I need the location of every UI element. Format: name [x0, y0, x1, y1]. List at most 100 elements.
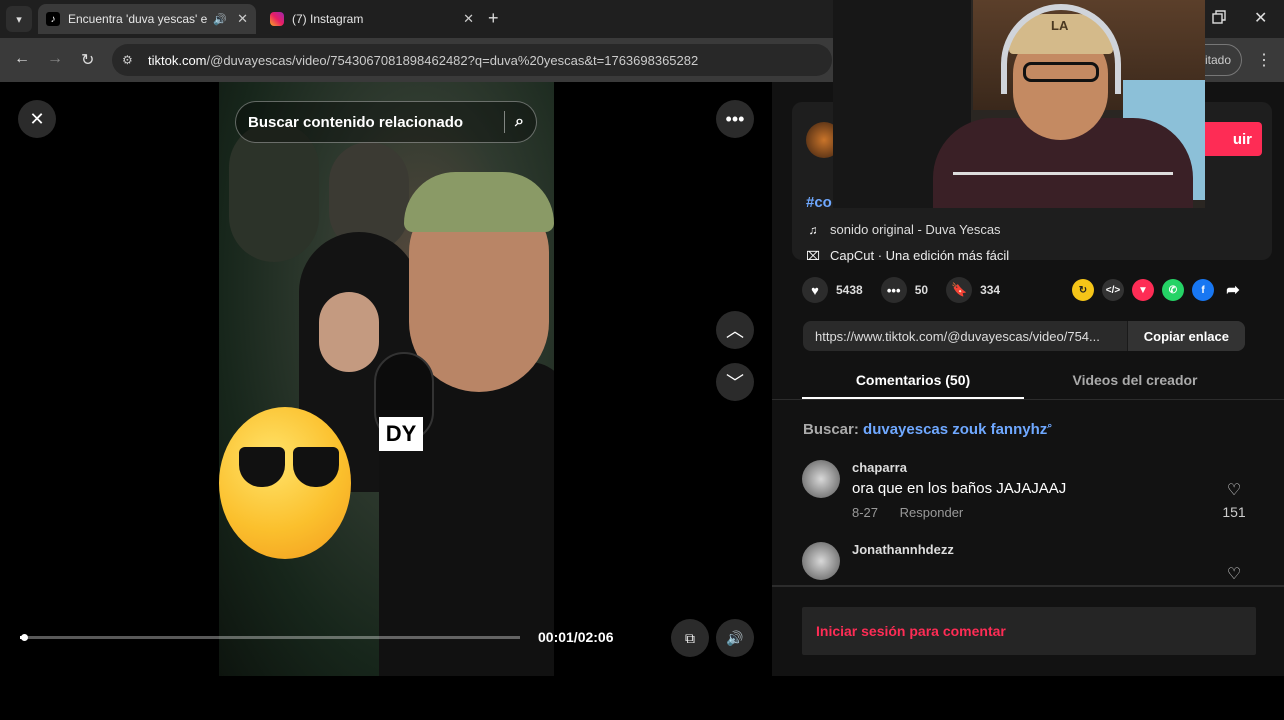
progress-handle[interactable] [21, 634, 28, 641]
avatar[interactable] [802, 542, 840, 580]
search-suggestion-prefix: Buscar: [803, 421, 859, 438]
capcut-label: CapCut · Una edición más fácil [830, 248, 1010, 263]
video-content [319, 292, 379, 372]
url-input[interactable]: ⚙ tiktok.com /@duvayescas/video/75430670… [112, 44, 832, 76]
share-arrow-icon[interactable]: ➦ [1222, 279, 1244, 301]
search-suggestion: Buscar: duvayescas zouk fannyhz⌕ [803, 420, 1052, 438]
chevron-down-icon: ﹀ [726, 373, 744, 393]
tab-creator-videos[interactable]: Videos del creador [1024, 372, 1246, 388]
heart-icon[interactable]: ♡ [1222, 480, 1246, 500]
mic-logo: DY [379, 417, 423, 451]
comment-username[interactable]: chaparra [852, 460, 907, 475]
tab-title: Encuentra 'duva yescas' en [68, 12, 208, 26]
heart-icon: ♥ [802, 277, 828, 303]
video-content [229, 122, 319, 262]
video-stage: ✕ DY Buscar contenido relacionado ⌕ ••• … [0, 82, 772, 676]
back-icon[interactable]: ← [14, 50, 30, 68]
heart-icon[interactable]: ♡ [1222, 564, 1246, 584]
browser-tab-instagram[interactable]: (7) Instagram ✕ [262, 4, 482, 34]
browser-menu-icon[interactable]: ⋮ [1256, 50, 1272, 70]
login-to-comment-button[interactable]: Iniciar sesión para comentar [802, 607, 1256, 655]
related-search-bar[interactable]: Buscar contenido relacionado ⌕ [235, 101, 537, 143]
video-content [404, 172, 554, 232]
tiktok-icon: ♪ [46, 12, 60, 26]
browser-tab-tiktok[interactable]: ♪ Encuentra 'duva yescas' en 🔊 ✕ [38, 4, 256, 34]
video-progress-bar[interactable] [20, 634, 520, 641]
music-link[interactable]: ♫ sonido original - Duva Yescas [806, 222, 1001, 237]
more-options-button[interactable]: ••• [716, 100, 754, 138]
save-button[interactable]: 🔖 334 [946, 277, 1000, 303]
whatsapp-icon[interactable]: ✆ [1162, 279, 1184, 301]
divider [772, 585, 1284, 587]
more-icon: ••• [725, 108, 745, 129]
avatar[interactable] [802, 460, 840, 498]
volume-button[interactable]: 🔊 [716, 619, 754, 657]
hashtag-link[interactable]: #co [806, 194, 832, 211]
share-link-url[interactable]: https://www.tiktok.com/@duvayescas/video… [803, 329, 1127, 344]
comment-username[interactable]: Jonathannhdezz [852, 542, 954, 557]
video-player[interactable]: DY [219, 82, 554, 676]
speaker-icon[interactable]: 🔊 [213, 13, 227, 26]
forward-icon[interactable]: → [47, 50, 63, 68]
facebook-icon[interactable]: f [1192, 279, 1214, 301]
instagram-icon [270, 12, 284, 26]
reply-button[interactable]: Responder [900, 505, 964, 520]
comment-meta: 8-27 Responder [852, 505, 981, 520]
panel-tabs: Comentarios (50) Videos del creador [772, 366, 1284, 400]
next-video-button[interactable]: ﹀ [716, 363, 754, 401]
comment-button[interactable]: ••• 50 [880, 277, 929, 303]
list-item: Jonathannhdezz ♡ [802, 542, 1272, 584]
comment-date: 8-27 [852, 505, 879, 520]
chevron-up-icon: ︿ [726, 321, 744, 341]
close-icon: ✕ [29, 108, 45, 129]
comment-text: ora que en los baños JAJAJAAJ [852, 480, 1067, 497]
close-video-button[interactable]: ✕ [18, 100, 56, 138]
tab-comments[interactable]: Comentarios (50) [802, 372, 1024, 388]
search-divider [504, 111, 506, 133]
taskbar-strip [0, 676, 1284, 720]
comment-like-count: 151 [1222, 504, 1246, 520]
engagement-stats: ♥ 5438 ••• 50 🔖 334 [802, 277, 1018, 303]
send-icon[interactable]: ▼ [1132, 279, 1154, 301]
comment-icon: ••• [880, 277, 907, 303]
share-link-box: https://www.tiktok.com/@duvayescas/video… [803, 321, 1245, 351]
close-window-icon[interactable]: ✕ [1254, 8, 1267, 28]
time-readout: 00:01/02:06 [538, 629, 614, 645]
streamer-glasses [1023, 62, 1099, 82]
list-item: chaparra ora que en los baños JAJAJAAJ 8… [802, 460, 1272, 530]
restore-window-icon[interactable] [1212, 10, 1226, 24]
close-tab-icon[interactable]: ✕ [237, 11, 248, 27]
tab-title: (7) Instagram [292, 12, 364, 26]
previous-video-button[interactable]: ︿ [716, 311, 754, 349]
search-icon[interactable]: ⌕ [515, 113, 524, 131]
tab-search-dropdown-icon[interactable]: ▾ [6, 6, 32, 32]
related-search-placeholder: Buscar contenido relacionado [248, 113, 464, 131]
sunglasses-emoji-icon [219, 407, 351, 559]
like-count: 5438 [836, 283, 863, 297]
close-tab-icon[interactable]: ✕ [463, 11, 474, 27]
copy-link-button[interactable]: Copiar enlace [1126, 321, 1245, 351]
capcut-link[interactable]: ⌧ CapCut · Una edición más fácil [806, 248, 1009, 263]
url-host: tiktok.com [148, 52, 207, 68]
streamer-shirt-trim [953, 172, 1173, 175]
music-note-icon: ♫ [808, 222, 818, 237]
floating-player-button[interactable]: ⧉ [671, 619, 709, 657]
music-label: sonido original - Duva Yescas [830, 222, 1001, 237]
like-button[interactable]: ♥ 5438 [802, 277, 863, 303]
active-tab-indicator [802, 397, 1024, 399]
search-suggestion-link[interactable]: duvayescas zouk fannyhz [863, 421, 1047, 438]
embed-icon[interactable]: </> [1102, 279, 1124, 301]
bookmark-icon: 🔖 [946, 277, 973, 303]
save-count: 334 [980, 283, 1001, 297]
webcam-overlay: LA [833, 0, 1205, 208]
search-icon: ⌕ [1047, 420, 1053, 430]
repost-icon[interactable]: ↻ [1072, 279, 1094, 301]
share-options: ↻ </> ▼ ✆ f ➦ [1072, 279, 1252, 301]
new-tab-icon[interactable]: + [488, 8, 499, 29]
site-settings-icon[interactable]: ⚙ [122, 53, 138, 67]
volume-icon: 🔊 [726, 629, 744, 646]
url-path: /@duvayescas/video/7543067081898462482?q… [206, 52, 699, 68]
pip-icon: ⧉ [685, 629, 695, 646]
reload-icon[interactable]: ↻ [81, 50, 94, 70]
comment-count: 50 [914, 283, 929, 297]
